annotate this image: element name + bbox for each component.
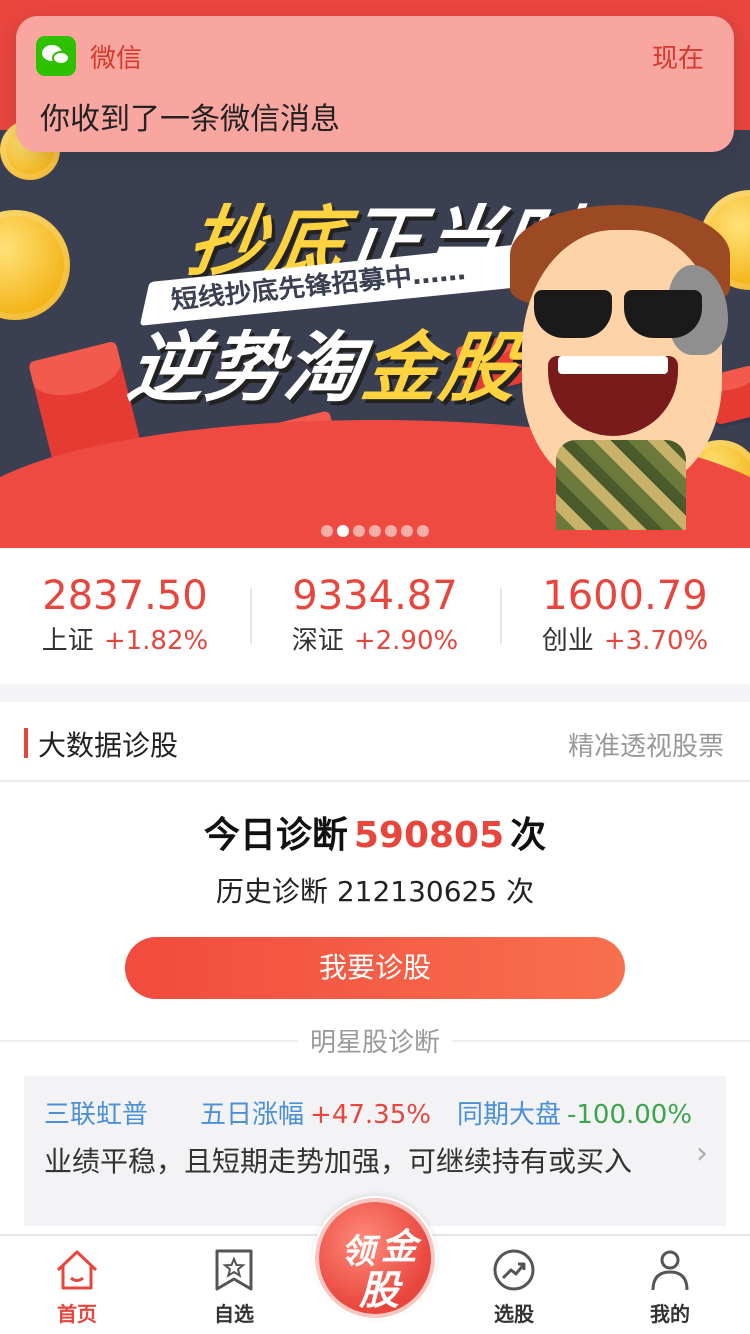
- tab-mine[interactable]: 我的: [620, 1248, 720, 1327]
- app-page: 抄底正当时 短线抄底先锋招募中…… 逆势淘金股 微信 现在 你收到了一条微信消息…: [0, 0, 750, 1334]
- pagination-dot[interactable]: [401, 525, 413, 537]
- history-diagnosis: 历史诊断 212130625 次: [215, 875, 535, 908]
- wechat-icon: [36, 36, 76, 76]
- section-subtitle: 精准透视股票: [567, 732, 724, 762]
- history-diagnosis-count: 212130625: [336, 875, 498, 908]
- coin-decoration: [0, 210, 70, 320]
- trend-up-icon: [493, 1249, 535, 1291]
- notification-app-name: 微信: [90, 44, 143, 74]
- pagination-dot[interactable]: [385, 525, 397, 537]
- banner-headline-2: 逆势淘金股: [122, 323, 526, 412]
- market-label: 同期大盘: [456, 1100, 561, 1130]
- home-icon: [56, 1250, 98, 1290]
- section-accent-bar: [24, 728, 28, 758]
- period-change: +47.35%: [310, 1100, 431, 1130]
- today-diagnosis: 今日诊断 590805 次: [203, 815, 547, 856]
- gold-stock-center-button[interactable]: 领 金 股: [313, 1196, 437, 1320]
- index-name: 创业: [541, 626, 594, 656]
- pagination-dot[interactable]: [321, 525, 333, 537]
- bookmark-star-icon: [215, 1249, 253, 1291]
- tab-home[interactable]: 首页: [27, 1248, 127, 1327]
- index-change: +1.82%: [103, 626, 209, 656]
- index-chinext[interactable]: 1600.79 创业 +3.70%: [500, 548, 750, 684]
- index-name: 深证: [291, 626, 344, 656]
- pagination-dot-active[interactable]: [337, 525, 349, 537]
- stock-comment: 业绩平稳，且短期走势加强，可继续持有或买入: [44, 1145, 633, 1178]
- tab-stock-picker[interactable]: 选股: [464, 1248, 564, 1327]
- stock-name: 三联虹普: [44, 1100, 149, 1130]
- star-stock-divider-label: 明星股诊断: [298, 1022, 452, 1059]
- chevron-right-icon: ›: [696, 1136, 708, 1171]
- tab-watchlist[interactable]: 自选: [184, 1248, 284, 1327]
- market-change: -100.00%: [566, 1100, 693, 1130]
- notification-time: 现在: [651, 44, 704, 74]
- market-index-bar: 2837.50 上证 +1.82% 9334.87 深证 +2.90% 1600.7…: [0, 548, 750, 684]
- user-icon: [651, 1250, 689, 1291]
- pagination-dot[interactable]: [369, 525, 381, 537]
- index-value: 1600.79: [542, 573, 708, 619]
- pagination-dot[interactable]: [353, 525, 365, 537]
- index-change: +2.90%: [353, 626, 459, 656]
- push-notification[interactable]: 微信 现在 你收到了一条微信消息: [16, 16, 734, 152]
- diagnose-stock-button[interactable]: 我要诊股: [125, 937, 625, 999]
- index-change: +3.70%: [603, 626, 709, 656]
- banner-pagination: [0, 522, 750, 541]
- index-value: 9334.87: [292, 573, 458, 619]
- pagination-dot[interactable]: [417, 525, 429, 537]
- index-name: 上证: [41, 626, 94, 656]
- index-value: 2837.50: [42, 573, 208, 619]
- period-label: 五日涨幅: [200, 1100, 305, 1130]
- section-header: 大数据诊股 精准透视股票: [0, 702, 750, 782]
- today-diagnosis-count: 590805: [353, 815, 505, 856]
- notification-message: 你收到了一条微信消息: [40, 102, 340, 137]
- index-shanghai[interactable]: 2837.50 上证 +1.82%: [0, 548, 250, 684]
- index-shenzhen[interactable]: 9334.87 深证 +2.90%: [250, 548, 500, 684]
- section-title: 大数据诊股: [38, 729, 179, 762]
